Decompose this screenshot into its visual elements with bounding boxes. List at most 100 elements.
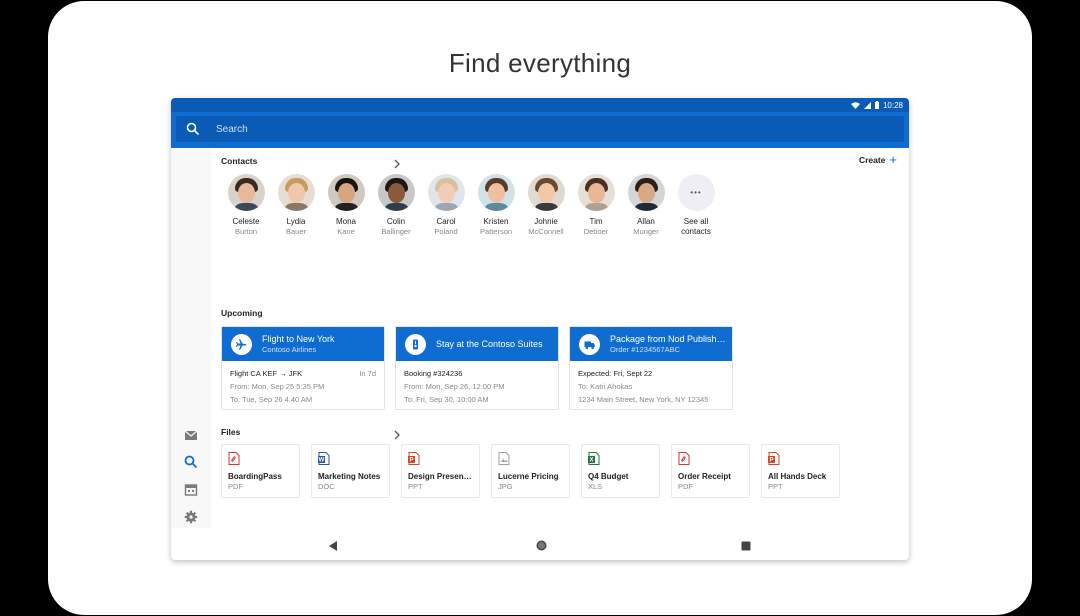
upcoming-section-title: Upcoming bbox=[221, 308, 263, 318]
file-type: PPT bbox=[408, 482, 423, 491]
file-type: PDF bbox=[228, 482, 243, 491]
file-card[interactable]: BoardingPass PDF bbox=[221, 444, 300, 498]
contact-item[interactable]: Lydia Bauer bbox=[271, 174, 321, 237]
contacts-list: Celeste Burton Lydia Bauer Mona Kane Colin Ball… bbox=[221, 174, 721, 237]
contact-item[interactable]: Mona Kane bbox=[321, 174, 371, 237]
back-icon[interactable] bbox=[328, 538, 338, 556]
avatar bbox=[477, 174, 515, 211]
file-name: BoardingPass bbox=[228, 472, 282, 481]
file-type: PDF bbox=[678, 482, 693, 491]
nav-rail bbox=[171, 148, 211, 528]
event-card[interactable]: Stay at the Contoso Suites Booking #32423… bbox=[395, 326, 559, 410]
event-card-header: Stay at the Contoso Suites bbox=[396, 327, 558, 361]
file-type-icon bbox=[228, 452, 240, 465]
page-headline: Find everything bbox=[448, 48, 632, 78]
contact-item[interactable]: Allan Munger bbox=[621, 174, 671, 237]
create-contact-button[interactable]: Create + bbox=[859, 152, 897, 167]
event-line1: Booking #324236 bbox=[404, 369, 463, 378]
avatar bbox=[627, 174, 665, 211]
event-line3: To: Tue, Sep 26 4:40 AM bbox=[230, 395, 313, 404]
more-dots-icon: ••• bbox=[677, 174, 715, 211]
avatar-face bbox=[637, 183, 655, 203]
contact-last-name: McConnell bbox=[528, 227, 564, 236]
search-nav-icon[interactable] bbox=[184, 455, 198, 469]
see-all-line1: See all bbox=[683, 217, 709, 226]
contacts-section-title: Contacts bbox=[221, 156, 258, 166]
app-bar: Search bbox=[171, 112, 909, 148]
event-card[interactable]: Package from Nod Publishers Order #123456… bbox=[569, 326, 733, 410]
settings-gear-icon[interactable] bbox=[184, 510, 198, 524]
home-icon[interactable] bbox=[536, 538, 547, 556]
avatar-face bbox=[487, 183, 505, 203]
see-all-contacts-button[interactable]: ••• See all contacts bbox=[671, 174, 721, 237]
file-card[interactable]: P Design PresentationPPT bbox=[401, 444, 480, 498]
event-title: Package from Nod Publishers bbox=[610, 333, 728, 344]
event-card-header: Flight to New York Contoso Airlines bbox=[222, 327, 384, 361]
mail-icon[interactable] bbox=[184, 428, 198, 442]
recents-icon[interactable] bbox=[741, 538, 751, 556]
file-card[interactable]: X Q4 Budget XLS bbox=[581, 444, 660, 498]
contact-last-name: Poland bbox=[434, 227, 458, 236]
file-name: Q4 Budget bbox=[588, 472, 629, 481]
event-card-body: Flight CA KEF → JFK In 7d From: Mon, Sep 2… bbox=[222, 361, 384, 412]
avatar-face bbox=[437, 183, 455, 203]
avatar bbox=[377, 174, 415, 211]
file-type-icon bbox=[498, 452, 510, 465]
search-placeholder: Search bbox=[216, 123, 248, 135]
files-section-title: Files bbox=[221, 427, 241, 437]
file-name: Design Presentation bbox=[408, 472, 473, 481]
avatar bbox=[327, 174, 365, 211]
contacts-chevron-right-icon[interactable] bbox=[393, 156, 401, 169]
event-line2: To: Katri Ahokas bbox=[578, 382, 633, 391]
calendar-icon[interactable] bbox=[184, 483, 198, 497]
file-type-icon: P bbox=[408, 452, 420, 465]
battery-icon bbox=[874, 101, 879, 109]
avatar-face bbox=[587, 183, 605, 203]
file-name: Lucerne Pricing bbox=[498, 472, 559, 481]
event-subtitle: Order #1234567ABC bbox=[610, 344, 681, 354]
file-type: PPT bbox=[768, 482, 783, 491]
avatar-face bbox=[237, 183, 255, 203]
contact-first-name: Lydia bbox=[286, 217, 306, 226]
contact-item[interactable]: Johnie McConnell bbox=[521, 174, 571, 237]
contact-first-name: Kristen bbox=[483, 217, 509, 226]
search-icon bbox=[186, 122, 200, 136]
avatar-body bbox=[282, 203, 310, 211]
avatar-body bbox=[482, 203, 510, 211]
contact-last-name: Ballinger bbox=[381, 227, 411, 236]
contact-first-name: Tim bbox=[589, 217, 603, 226]
file-card[interactable]: P All Hands Deck PPT bbox=[761, 444, 840, 498]
svg-text:P: P bbox=[769, 458, 773, 464]
contact-item[interactable]: Carol Poland bbox=[421, 174, 471, 237]
files-list: BoardingPass PDF W Marketing Notes DOC P Desig… bbox=[221, 444, 840, 498]
search-input[interactable]: Search bbox=[176, 116, 904, 142]
event-card[interactable]: Flight to New York Contoso Airlines Flight… bbox=[221, 326, 385, 410]
event-badge: In 7d bbox=[359, 369, 376, 378]
event-card-body: Booking #324236 From: Mon, Sep 26, 12:00 … bbox=[396, 361, 558, 412]
event-line2: From: Mon, Sep 26, 12:00 PM bbox=[404, 382, 505, 391]
contact-item[interactable]: Colin Ballinger bbox=[371, 174, 421, 237]
contact-item[interactable]: Celeste Burton bbox=[221, 174, 271, 237]
contact-first-name: Mona bbox=[335, 217, 356, 226]
plus-icon: + bbox=[889, 152, 897, 167]
file-card[interactable]: Lucerne Pricing JPG bbox=[491, 444, 570, 498]
file-card[interactable]: Order Receipt PDF bbox=[671, 444, 750, 498]
contact-last-name: Munger bbox=[633, 227, 659, 236]
wifi-icon bbox=[850, 101, 860, 109]
files-chevron-right-icon[interactable] bbox=[393, 427, 401, 440]
event-line3: 1234 Main Street, New York, NY 12345 bbox=[578, 395, 709, 404]
contact-item[interactable]: Tim Deboer bbox=[571, 174, 621, 237]
file-type-icon: X bbox=[588, 452, 600, 465]
avatar-body bbox=[232, 203, 260, 211]
delivery-truck-icon bbox=[579, 333, 600, 355]
event-line1: Expected: Fri, Sept 22 bbox=[578, 369, 653, 378]
file-card[interactable]: W Marketing Notes DOC bbox=[311, 444, 390, 498]
contact-item[interactable]: Kristen Patterson bbox=[471, 174, 521, 237]
event-title: Flight to New York bbox=[262, 333, 335, 344]
file-type-icon: P bbox=[768, 452, 780, 465]
event-title: Stay at the Contoso Suites bbox=[436, 338, 543, 349]
file-name: All Hands Deck bbox=[768, 472, 827, 481]
avatar-body bbox=[432, 203, 460, 211]
file-type: DOC bbox=[318, 482, 335, 491]
contact-last-name: Deboer bbox=[583, 227, 609, 236]
